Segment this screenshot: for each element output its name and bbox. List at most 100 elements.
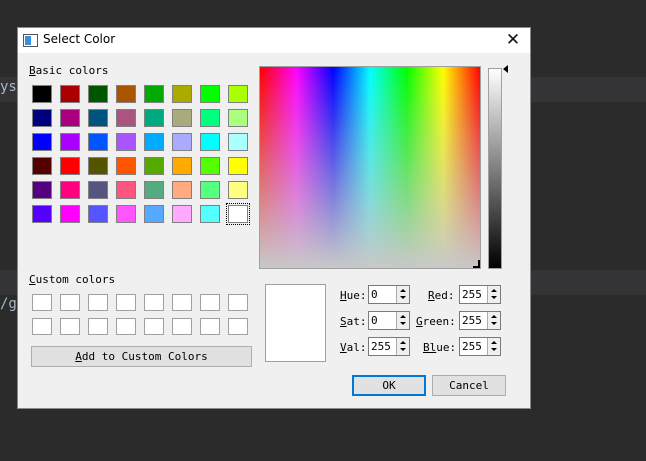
custom-color-slot[interactable] — [228, 294, 248, 311]
val-label: Val: — [340, 341, 367, 354]
basic-color-swatch[interactable] — [226, 203, 250, 225]
basic-color-swatch[interactable] — [172, 109, 192, 127]
arrow-down-icon[interactable] — [400, 322, 406, 325]
custom-color-slot[interactable] — [116, 318, 136, 335]
custom-color-slot[interactable] — [32, 318, 52, 335]
basic-color-swatch[interactable] — [144, 133, 164, 151]
custom-color-slot[interactable] — [60, 318, 80, 335]
basic-color-swatch[interactable] — [32, 205, 52, 223]
custom-color-slot[interactable] — [144, 318, 164, 335]
cancel-button[interactable]: Cancel — [432, 375, 506, 396]
custom-color-slot[interactable] — [116, 294, 136, 311]
arrow-down-icon[interactable] — [400, 348, 406, 351]
basic-color-swatch[interactable] — [60, 133, 80, 151]
basic-color-swatch[interactable] — [88, 157, 108, 175]
basic-color-swatch[interactable] — [172, 181, 192, 199]
basic-color-swatch[interactable] — [228, 157, 248, 175]
luminance-slider[interactable] — [488, 68, 502, 269]
custom-color-slot[interactable] — [172, 318, 192, 335]
basic-color-swatch[interactable] — [116, 181, 136, 199]
custom-color-slot[interactable] — [88, 318, 108, 335]
basic-color-swatch[interactable] — [60, 205, 80, 223]
arrow-up-icon[interactable] — [400, 315, 406, 318]
arrow-up-icon[interactable] — [491, 341, 497, 344]
green-spinbox[interactable]: 255 — [459, 311, 501, 330]
custom-color-slot[interactable] — [144, 294, 164, 311]
basic-color-swatch[interactable] — [172, 85, 192, 103]
basic-color-swatch[interactable] — [88, 85, 108, 103]
spin-arrows[interactable] — [487, 286, 500, 303]
spin-arrows[interactable] — [396, 338, 409, 355]
custom-color-slot[interactable] — [200, 294, 220, 311]
blue-spinbox[interactable]: 255 — [459, 337, 501, 356]
arrow-down-icon[interactable] — [491, 322, 497, 325]
basic-color-swatch[interactable] — [88, 205, 108, 223]
basic-color-swatch[interactable] — [60, 181, 80, 199]
basic-color-swatch[interactable] — [116, 109, 136, 127]
arrow-up-icon[interactable] — [491, 289, 497, 292]
custom-color-slot[interactable] — [228, 318, 248, 335]
custom-color-slot[interactable] — [88, 294, 108, 311]
basic-color-swatch[interactable] — [200, 109, 220, 127]
basic-color-swatch[interactable] — [88, 133, 108, 151]
basic-color-swatch[interactable] — [60, 109, 80, 127]
spin-arrows[interactable] — [487, 338, 500, 355]
basic-color-swatch[interactable] — [200, 157, 220, 175]
basic-color-swatch[interactable] — [88, 181, 108, 199]
luminance-arrow-icon[interactable] — [503, 65, 508, 73]
basic-color-swatch[interactable] — [32, 133, 52, 151]
arrow-up-icon[interactable] — [400, 341, 406, 344]
arrow-up-icon[interactable] — [400, 289, 406, 292]
basic-color-swatch[interactable] — [116, 157, 136, 175]
basic-color-swatch[interactable] — [144, 181, 164, 199]
basic-color-swatch[interactable] — [172, 157, 192, 175]
title-bar[interactable]: Select Color ✕ — [18, 28, 530, 53]
basic-color-swatch[interactable] — [228, 109, 248, 127]
basic-color-swatch[interactable] — [60, 85, 80, 103]
basic-color-swatch[interactable] — [228, 133, 248, 151]
basic-color-swatch[interactable] — [200, 85, 220, 103]
basic-color-swatch[interactable] — [116, 205, 136, 223]
basic-color-swatch[interactable] — [172, 205, 192, 223]
basic-color-swatch[interactable] — [32, 85, 52, 103]
color-spectrum-picker[interactable] — [259, 66, 481, 269]
val-spinbox[interactable]: 255 — [368, 337, 410, 356]
custom-color-slot[interactable] — [200, 318, 220, 335]
basic-color-swatch[interactable] — [172, 133, 192, 151]
arrow-up-icon[interactable] — [491, 315, 497, 318]
basic-color-swatch[interactable] — [144, 85, 164, 103]
basic-color-swatch[interactable] — [228, 181, 248, 199]
close-button[interactable]: ✕ — [502, 30, 524, 51]
basic-color-swatch[interactable] — [116, 133, 136, 151]
blue-value: 255 — [462, 340, 482, 353]
custom-color-slot[interactable] — [60, 294, 80, 311]
add-to-custom-colors-button[interactable]: Add to Custom Colors — [31, 346, 252, 367]
arrow-down-icon[interactable] — [491, 348, 497, 351]
ok-button[interactable]: OK — [352, 375, 426, 396]
basic-color-swatch[interactable] — [200, 133, 220, 151]
basic-color-swatch[interactable] — [200, 181, 220, 199]
basic-color-swatch[interactable] — [88, 109, 108, 127]
spin-arrows[interactable] — [487, 312, 500, 329]
spin-arrows[interactable] — [396, 312, 409, 329]
red-spinbox[interactable]: 255 — [459, 285, 501, 304]
basic-color-swatch[interactable] — [32, 109, 52, 127]
arrow-down-icon[interactable] — [491, 296, 497, 299]
basic-color-swatch[interactable] — [144, 109, 164, 127]
spin-arrows[interactable] — [396, 286, 409, 303]
basic-color-swatch[interactable] — [116, 85, 136, 103]
custom-color-slot[interactable] — [172, 294, 192, 311]
arrow-down-icon[interactable] — [400, 296, 406, 299]
basic-color-swatch[interactable] — [32, 181, 52, 199]
select-color-dialog: Select Color ✕ Basic colors Custom color… — [17, 27, 531, 409]
basic-color-swatch[interactable] — [144, 205, 164, 223]
custom-color-slot[interactable] — [32, 294, 52, 311]
basic-color-swatch[interactable] — [228, 85, 248, 103]
basic-color-swatch[interactable] — [60, 157, 80, 175]
basic-color-swatch[interactable] — [200, 205, 220, 223]
basic-color-swatch[interactable] — [32, 157, 52, 175]
dialog-title: Select Color — [43, 32, 116, 46]
sat-spinbox[interactable]: 0 — [368, 311, 410, 330]
basic-color-swatch[interactable] — [144, 157, 164, 175]
hue-spinbox[interactable]: 0 — [368, 285, 410, 304]
